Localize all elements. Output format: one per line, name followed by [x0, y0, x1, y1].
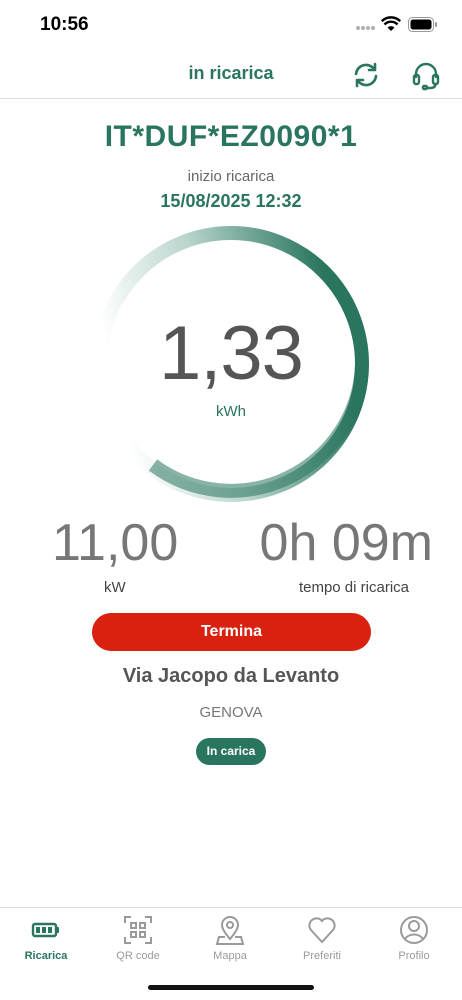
status-time: 10:56 [40, 14, 89, 35]
refresh-icon [354, 62, 378, 88]
duration-value: 0h 09m [259, 514, 433, 572]
stop-charging-button[interactable]: Termina [92, 613, 371, 651]
station-city: GENOVA [199, 704, 263, 721]
support-button[interactable] [410, 59, 442, 91]
energy-unit: kWh [216, 403, 246, 420]
tab-ricarica[interactable]: Ricarica [0, 914, 92, 970]
page-title: in ricarica [188, 63, 274, 83]
cellular-signal-icon [356, 26, 375, 30]
headset-icon [412, 62, 440, 91]
wifi-icon [381, 16, 401, 31]
tab-mappa[interactable]: Mappa [184, 914, 276, 970]
station-id: IT*DUF*EZ0090*1 [104, 120, 358, 153]
power-unit: kW [104, 579, 126, 596]
duration-label: tempo di ricarica [298, 579, 409, 596]
tab-label: Ricarica [24, 950, 68, 962]
start-datetime: 15/08/2025 12:32 [160, 191, 302, 211]
power-value: 11,00 [52, 514, 179, 572]
header: in ricarica [0, 50, 462, 99]
tab-profilo[interactable]: Profilo [368, 914, 460, 970]
tab-label: Mappa [213, 950, 247, 962]
map-pin-icon [215, 916, 245, 945]
tab-qr-code[interactable]: QR code [92, 914, 184, 970]
status-bar: 10:56 [0, 0, 462, 50]
tab-label: Preferiti [303, 950, 341, 962]
battery-status-icon [408, 17, 437, 32]
start-label: inizio ricarica [187, 168, 275, 185]
energy-value: 1,33 [159, 311, 304, 396]
heart-icon [308, 917, 336, 944]
battery-icon [31, 922, 59, 938]
qr-code-icon [124, 916, 152, 944]
home-indicator [148, 985, 314, 990]
profile-icon [400, 916, 428, 944]
tab-label: QR code [116, 950, 160, 962]
refresh-button[interactable] [350, 59, 382, 91]
tab-preferiti[interactable]: Preferiti [276, 914, 368, 970]
status-badge: In carica [196, 738, 266, 765]
station-street: Via Jacopo da Levanto [122, 665, 340, 687]
tab-label: Profilo [398, 950, 430, 962]
